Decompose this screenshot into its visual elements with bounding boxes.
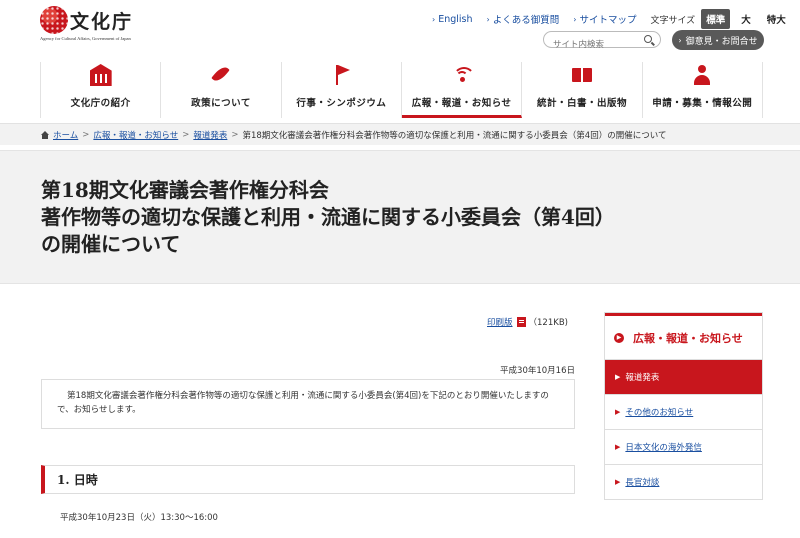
breadcrumb-separator: > bbox=[231, 129, 239, 140]
logo-subtitle: Agency for Cultural Affairs, Government … bbox=[40, 36, 131, 41]
lead-paragraph: 第18期文化審議会著作権分科会著作物等の適切な保護と利用・流通に関する小委員会(… bbox=[41, 379, 575, 429]
home-icon bbox=[41, 130, 49, 139]
chevron-right-icon: › bbox=[486, 14, 490, 24]
breadcrumb: ホーム > 広報・報道・お知らせ > 報道発表 > 第18期文化審議会著作権分科… bbox=[0, 123, 800, 145]
chevron-right-icon: ▶ bbox=[615, 408, 621, 416]
breadcrumb-home[interactable]: ホーム bbox=[53, 129, 78, 141]
gnav-item-about[interactable]: 文化庁の紹介 bbox=[40, 62, 162, 118]
broadcast-icon bbox=[451, 64, 475, 86]
side-item-commissioner-talk[interactable]: ▶ 長官対談 bbox=[605, 464, 762, 499]
page-title-line1: 第18期文化審議会著作権分科会 bbox=[41, 178, 329, 202]
gnav-item-publications[interactable]: 統計・白書・出版物 bbox=[522, 62, 643, 118]
font-size-standard-button[interactable]: 標準 bbox=[701, 9, 731, 29]
opinion-contact-button[interactable]: › 御意見・お問合せ bbox=[672, 30, 764, 50]
breadcrumb-press-release[interactable]: 報道発表 bbox=[193, 129, 227, 141]
section-heading-datetime: 1. 日時 bbox=[41, 465, 575, 494]
faq-link[interactable]: › よくある御質問 bbox=[486, 12, 560, 27]
gnav-item-applications[interactable]: 申請・募集・情報公開 bbox=[643, 62, 763, 118]
person-icon bbox=[691, 64, 713, 86]
gnav-item-policy[interactable]: 政策について bbox=[161, 62, 282, 118]
print-version-link[interactable]: 印刷版 bbox=[487, 316, 513, 328]
print-file-size: （121KB) bbox=[528, 318, 568, 328]
side-nav-heading[interactable]: ▶ 広報・報道・お知らせ bbox=[605, 313, 762, 359]
chevron-right-icon: › bbox=[678, 35, 682, 45]
print-version: 印刷版 （121KB) bbox=[487, 316, 568, 328]
breadcrumb-press[interactable]: 広報・報道・お知らせ bbox=[93, 129, 178, 141]
chevron-right-icon: › bbox=[573, 14, 577, 24]
chevron-right-icon: ▶ bbox=[615, 478, 621, 486]
global-nav: 文化庁の紹介 政策について 行事・シンポジウム 広報・報道・お知らせ 統計・白書… bbox=[40, 62, 763, 118]
english-link[interactable]: › English bbox=[432, 14, 473, 25]
site-header: 文化庁 Agency for Cultural Affairs, Governm… bbox=[0, 0, 800, 120]
flag-icon bbox=[330, 64, 352, 86]
title-band: 第18期文化審議会著作権分科会 著作物等の適切な保護と利用・流通に関する小委員会… bbox=[0, 150, 800, 284]
gnav-item-events[interactable]: 行事・シンポジウム bbox=[282, 62, 402, 118]
logo-mark-icon bbox=[40, 6, 68, 34]
utility-links: › English › よくある御質問 › サイトマップ 文字サイズ 標準 大 特大 bbox=[432, 9, 797, 29]
page-title-line2: 著作物等の適切な保護と利用・流通に関する小委員会（第4回） bbox=[41, 205, 615, 229]
page-title-line3: の開催について bbox=[41, 232, 181, 256]
chevron-right-icon: ▶ bbox=[615, 373, 621, 381]
publish-date: 平成30年10月16日 bbox=[500, 366, 575, 376]
site-search bbox=[543, 31, 661, 53]
font-size-label: 文字サイズ bbox=[650, 15, 696, 26]
site-logo[interactable]: 文化庁 Agency for Cultural Affairs, Governm… bbox=[40, 6, 160, 41]
sitemap-link[interactable]: › サイトマップ bbox=[573, 12, 636, 27]
search-input[interactable] bbox=[544, 37, 640, 53]
side-item-overseas[interactable]: ▶ 日本文化の海外発信 bbox=[605, 429, 762, 464]
side-item-other-notices[interactable]: ▶ その他のお知らせ bbox=[605, 394, 762, 429]
breadcrumb-separator: > bbox=[182, 129, 190, 140]
font-size-xlarge-button[interactable]: 特大 bbox=[762, 9, 791, 29]
side-item-press-release[interactable]: ▶ 報道発表 bbox=[605, 359, 762, 394]
logo-text: 文化庁 bbox=[70, 11, 134, 33]
side-nav: ▶ 広報・報道・お知らせ ▶ 報道発表 ▶ その他のお知らせ ▶ 日本文化の海外… bbox=[604, 312, 763, 500]
chevron-right-circle-icon: ▶ bbox=[614, 332, 624, 343]
breadcrumb-separator: > bbox=[82, 129, 90, 140]
gnav-item-press[interactable]: 広報・報道・お知らせ bbox=[401, 62, 523, 118]
page-title: 第18期文化審議会著作権分科会 著作物等の適切な保護と利用・流通に関する小委員会… bbox=[41, 177, 761, 258]
feather-icon bbox=[210, 64, 232, 86]
book-icon bbox=[571, 64, 593, 86]
font-size-large-button[interactable]: 大 bbox=[736, 9, 756, 29]
search-icon[interactable] bbox=[644, 35, 652, 43]
chevron-right-icon: › bbox=[432, 14, 436, 24]
building-icon bbox=[89, 64, 112, 86]
pdf-icon bbox=[516, 317, 526, 327]
section-body-datetime: 平成30年10月23日（火）13:30～16:00 bbox=[60, 513, 218, 523]
breadcrumb-current: 第18期文化審議会著作権分科会著作物等の適切な保護と利用・流通に関する小委員会（… bbox=[242, 130, 667, 141]
chevron-right-icon: ▶ bbox=[615, 443, 621, 451]
